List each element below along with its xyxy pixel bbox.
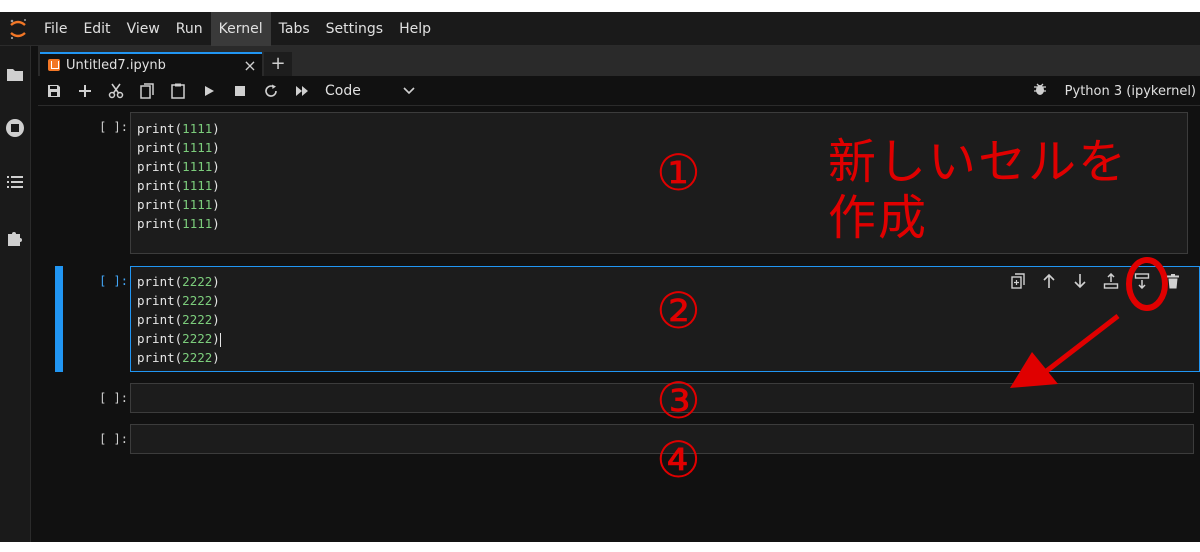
annotation-overlay <box>1010 257 1168 388</box>
jupyterlab-window: File Edit View Run Kernel Tabs Settings … <box>0 11 1200 542</box>
annotation-red-arrow-shaft <box>1038 314 1120 378</box>
annotation-red-circle <box>1126 257 1168 311</box>
